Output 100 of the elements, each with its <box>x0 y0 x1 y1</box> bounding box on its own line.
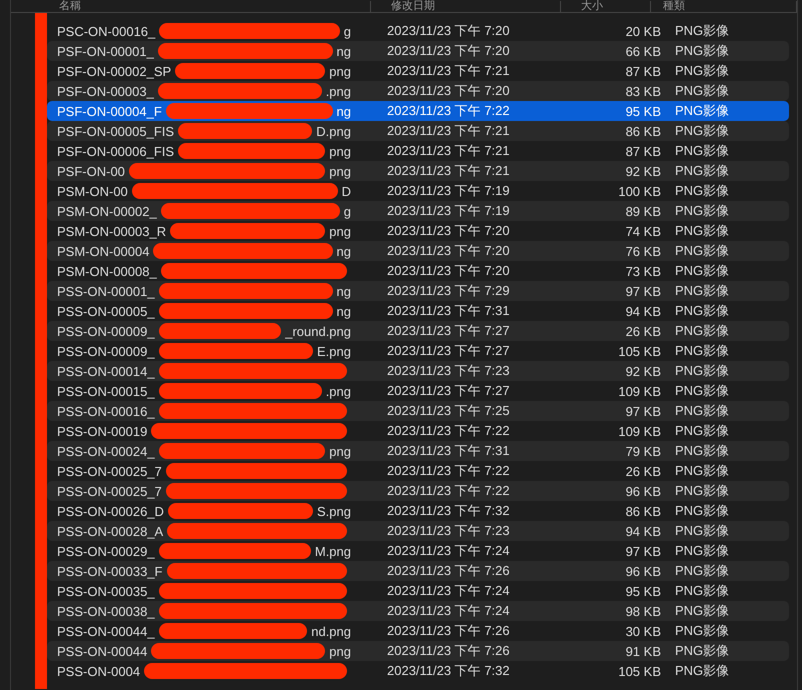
file-row[interactable]: PSS-ON-00014_ 2023/11/23 下午 7:23 92 KB PNG影像 <box>47 361 789 381</box>
file-row[interactable]: PSS-ON-00016_ 2023/11/23 下午 7:25 97 KB PNG影像 <box>47 401 789 421</box>
file-row[interactable]: PSS-ON-00038_ 2023/11/23 下午 7:24 98 KB PNG影像 <box>47 601 789 621</box>
file-row[interactable]: PSF-ON-00006_FIS png 2023/11/23 下午 7:21 87 KB PNG影像 <box>47 141 789 161</box>
file-name: PSF-ON-00003_ <box>56 84 154 98</box>
file-size: 89 KB <box>624 204 661 218</box>
file-name: PSS-ON-00009_ <box>56 324 155 338</box>
file-size: 105 KB <box>617 344 661 358</box>
file-name-end: .png <box>326 384 351 398</box>
file-name: PSS-ON-00035_ <box>56 584 155 598</box>
modified-date: 2023/11/23 下午 7:32 <box>386 502 511 520</box>
file-size: 87 KB <box>624 144 661 158</box>
file-row[interactable]: PSS-ON-00044 png 2023/11/23 下午 7:26 91 KB PNG影像 <box>47 641 789 661</box>
file-size: 109 KB <box>617 384 661 398</box>
file-row[interactable]: PSM-ON-00 D 2023/11/23 下午 7:19 100 KB PNG影像 <box>47 181 789 201</box>
file-name-end: ng <box>336 44 351 58</box>
file-row[interactable]: PSS-ON-00001_ ng 2023/11/23 下午 7:29 97 KB PNG影像 <box>47 281 789 301</box>
file-row[interactable]: PSS-ON-00005_ ng 2023/11/23 下午 7:31 94 KB PNG影像 <box>47 301 789 321</box>
file-kind: PNG影像 <box>674 582 730 600</box>
file-kind: PNG影像 <box>674 42 730 60</box>
file-row[interactable]: PSS-ON-00035_ 2023/11/23 下午 7:24 95 KB PNG影像 <box>47 581 789 601</box>
file-name-end: ng <box>336 304 351 318</box>
file-kind: PNG影像 <box>674 262 730 280</box>
file-name: PSM-ON-00008_ <box>56 264 157 278</box>
modified-date: 2023/11/23 下午 7:31 <box>386 442 511 460</box>
file-name-end: D.png <box>316 124 351 138</box>
column-header[interactable]: 名稱 <box>11 1 371 12</box>
file-row[interactable]: PSS-ON-00015_ .png 2023/11/23 下午 7:27 109 KB PNG影像 <box>47 381 789 401</box>
modified-date: 2023/11/23 下午 7:23 <box>386 362 511 380</box>
modified-date: 2023/11/23 下午 7:26 <box>386 622 511 640</box>
file-kind: PNG影像 <box>674 562 730 580</box>
file-row[interactable]: PSF-ON-00005_FIS D.png 2023/11/23 下午 7:21 86 KB PNG影像 <box>47 121 789 141</box>
file-row[interactable]: PSM-ON-00002_ g 2023/11/23 下午 7:19 89 KB PNG影像 <box>47 201 789 221</box>
file-kind: PNG影像 <box>674 422 730 440</box>
file-row[interactable]: PSM-ON-00003_R png 2023/11/23 下午 7:20 74 KB PNG影像 <box>47 221 789 241</box>
file-name-end: png <box>329 444 351 458</box>
file-size: 91 KB <box>624 644 661 658</box>
file-row[interactable]: PSC-ON-00016_ g 2023/11/23 下午 7:20 20 KB PNG影像 <box>47 21 789 41</box>
file-size: 94 KB <box>624 524 661 538</box>
file-size: 92 KB <box>624 364 661 378</box>
column-header[interactable]: 種類 <box>651 1 797 12</box>
file-row[interactable]: PSF-ON-00001_ ng 2023/11/23 下午 7:20 66 KB PNG影像 <box>47 41 789 61</box>
file-size: 26 KB <box>624 464 661 478</box>
file-name: PSF-ON-00 <box>56 164 125 178</box>
file-name: PSS-ON-00019 <box>56 424 148 438</box>
file-row[interactable]: PSS-ON-00033_F 2023/11/23 下午 7:26 96 KB PNG影像 <box>47 561 789 581</box>
column-header[interactable]: 修改日期 <box>371 1 561 12</box>
file-kind: PNG影像 <box>674 662 730 680</box>
modified-date: 2023/11/23 下午 7:26 <box>386 642 511 660</box>
file-kind: PNG影像 <box>674 62 730 80</box>
column-header[interactable]: 大小 <box>561 1 651 12</box>
file-row[interactable]: PSS-ON-0004 2023/11/23 下午 7:32 105 KB PNG影像 <box>47 661 789 681</box>
modified-date: 2023/11/23 下午 7:26 <box>386 562 511 580</box>
file-size: 26 KB <box>624 324 661 338</box>
file-size: 76 KB <box>624 244 661 258</box>
file-row[interactable]: PSF-ON-00004_F ng 2023/11/23 下午 7:22 95 KB PNG影像 <box>47 101 789 121</box>
file-row[interactable]: PSS-ON-00026_D S.png 2023/11/23 下午 7:32 86 KB PNG影像 <box>47 501 789 521</box>
file-name: PSC-ON-00016_ <box>56 24 156 38</box>
file-name-end: png <box>329 144 351 158</box>
file-size: 66 KB <box>624 44 661 58</box>
modified-date: 2023/11/23 下午 7:22 <box>386 422 511 440</box>
file-name: PSM-ON-00004 <box>56 244 150 258</box>
file-name-end: png <box>329 64 351 78</box>
modified-date: 2023/11/23 下午 7:25 <box>386 402 511 420</box>
modified-date: 2023/11/23 下午 7:20 <box>386 82 511 100</box>
file-size: 98 KB <box>624 604 661 618</box>
file-name-end: ng <box>336 104 351 118</box>
file-size: 97 KB <box>624 284 661 298</box>
modified-date: 2023/11/23 下午 7:32 <box>386 662 511 680</box>
file-row[interactable]: PSF-ON-00003_ .png 2023/11/23 下午 7:20 83 KB PNG影像 <box>47 81 789 101</box>
file-row[interactable]: PSS-ON-00029_ M.png 2023/11/23 下午 7:24 97 KB PNG影像 <box>47 541 789 561</box>
file-row[interactable]: PSF-ON-00002_SP png 2023/11/23 下午 7:21 87 KB PNG影像 <box>47 61 789 81</box>
modified-date: 2023/11/23 下午 7:20 <box>386 262 511 280</box>
file-kind: PNG影像 <box>674 322 730 340</box>
file-row[interactable]: PSS-ON-00044_ nd.png 2023/11/23 下午 7:26 30 KB PNG影像 <box>47 621 789 641</box>
file-row[interactable]: PSM-ON-00004 ng 2023/11/23 下午 7:20 76 KB PNG影像 <box>47 241 789 261</box>
file-kind: PNG影像 <box>674 362 730 380</box>
file-name-end: png <box>329 224 351 238</box>
file-row[interactable]: PSM-ON-00008_ 2023/11/23 下午 7:20 73 KB PNG影像 <box>47 261 789 281</box>
file-row[interactable]: PSS-ON-00025_7 2023/11/23 下午 7:22 96 KB PNG影像 <box>47 481 789 501</box>
file-name-end: _round.png <box>285 324 351 338</box>
file-kind: PNG影像 <box>674 342 730 360</box>
file-row[interactable]: PSS-ON-00009_ E.png 2023/11/23 下午 7:27 105 KB PNG影像 <box>47 341 789 361</box>
modified-date: 2023/11/23 下午 7:22 <box>386 102 511 120</box>
file-row[interactable]: PSS-ON-00024_ png 2023/11/23 下午 7:31 79 KB PNG影像 <box>47 441 789 461</box>
file-row[interactable]: PSS-ON-00025_7 2023/11/23 下午 7:22 26 KB PNG影像 <box>47 461 789 481</box>
file-name-end: png <box>329 164 351 178</box>
file-name: PSF-ON-00004_F <box>56 104 162 118</box>
file-kind: PNG影像 <box>674 402 730 420</box>
file-name-end: S.png <box>317 504 351 518</box>
modified-date: 2023/11/23 下午 7:27 <box>386 342 511 360</box>
file-kind: PNG影像 <box>674 142 730 160</box>
file-row[interactable]: PSF-ON-00 png 2023/11/23 下午 7:21 92 KB PNG影像 <box>47 161 789 181</box>
file-row[interactable]: PSS-ON-00009_ _round.png 2023/11/23 下午 7:27 26 KB PNG影像 <box>47 321 789 341</box>
file-row[interactable]: PSS-ON-00028_A 2023/11/23 下午 7:23 94 KB PNG影像 <box>47 521 789 541</box>
file-kind: PNG影像 <box>674 502 730 520</box>
file-name: PSM-ON-00 <box>56 184 128 198</box>
file-name: PSS-ON-00001_ <box>56 284 155 298</box>
file-name: PSS-ON-00016_ <box>56 404 155 418</box>
file-row[interactable]: PSS-ON-00019 2023/11/23 下午 7:22 109 KB PNG影像 <box>47 421 789 441</box>
